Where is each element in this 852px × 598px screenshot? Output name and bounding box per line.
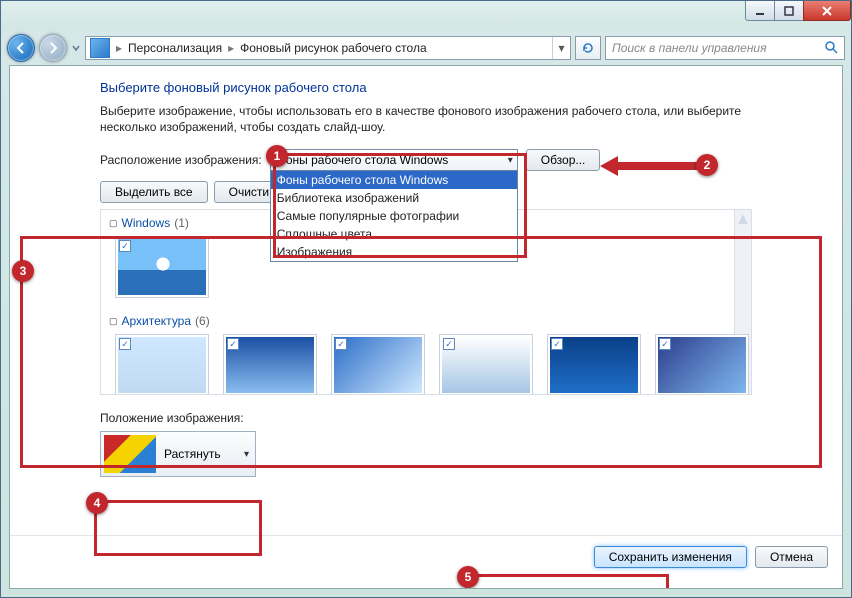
cancel-button[interactable]: Отмена xyxy=(755,546,828,568)
client-area: Выберите фоновый рисунок рабочего стола … xyxy=(9,65,843,589)
group-count: (6) xyxy=(195,314,210,328)
annotation-callout: 4 xyxy=(86,492,108,514)
refresh-button[interactable] xyxy=(575,36,601,60)
forward-button[interactable] xyxy=(39,34,67,62)
maximize-button[interactable] xyxy=(774,1,804,21)
search-placeholder: Поиск в панели управления xyxy=(612,41,767,55)
collapse-icon: ▢ xyxy=(109,218,118,229)
combo-option[interactable]: Изображения xyxy=(271,243,517,261)
breadcrumb-sep-icon: ▸ xyxy=(114,41,124,55)
wallpaper-thumb[interactable]: ✓ xyxy=(331,334,425,395)
address-dropdown-icon[interactable]: ▾ xyxy=(552,37,570,59)
position-picker[interactable]: Растянуть xyxy=(100,431,256,477)
breadcrumb-personalization[interactable]: Персонализация xyxy=(124,41,226,55)
location-combo-list: Фоны рабочего стола Windows Библиотека и… xyxy=(270,170,518,262)
combo-option[interactable]: Библиотека изображений xyxy=(271,189,517,207)
group-count: (1) xyxy=(174,216,189,230)
wallpaper-thumb[interactable]: ✓ xyxy=(115,236,209,298)
back-button[interactable] xyxy=(7,34,35,62)
wallpaper-thumb[interactable]: ✓ xyxy=(547,334,641,395)
close-button[interactable] xyxy=(803,1,851,21)
position-label: Положение изображения: xyxy=(100,411,752,425)
bottom-bar: Сохранить изменения Отмена xyxy=(10,535,842,578)
annotation-callout: 3 xyxy=(12,260,34,282)
save-button[interactable]: Сохранить изменения xyxy=(594,546,747,568)
annotation-callout: 1 xyxy=(266,145,288,167)
collapse-icon: ▢ xyxy=(109,316,118,327)
group-name: Архитектура xyxy=(122,314,192,328)
search-icon[interactable] xyxy=(824,40,838,57)
select-all-button[interactable]: Выделить все xyxy=(100,181,208,203)
thumb-checkbox[interactable]: ✓ xyxy=(119,338,131,350)
search-input[interactable]: Поиск в панели управления xyxy=(605,36,845,60)
annotation-callout: 2 xyxy=(696,154,718,176)
group-header-architecture[interactable]: ▢ Архитектура (6) xyxy=(101,308,751,334)
nav-bar: ▸ Персонализация ▸ Фоновый рисунок рабоч… xyxy=(1,31,851,65)
control-panel-icon xyxy=(90,38,110,58)
annotation-arrow xyxy=(600,156,700,176)
thumb-checkbox[interactable]: ✓ xyxy=(551,338,563,350)
position-value: Растянуть xyxy=(164,447,221,461)
page-heading: Выберите фоновый рисунок рабочего стола xyxy=(100,80,752,95)
breadcrumb-sep-icon: ▸ xyxy=(226,41,236,55)
location-label: Расположение изображения: xyxy=(100,153,262,167)
window: ▸ Персонализация ▸ Фоновый рисунок рабоч… xyxy=(0,0,852,598)
minimize-button[interactable] xyxy=(745,1,775,21)
thumb-checkbox[interactable]: ✓ xyxy=(119,240,131,252)
wallpaper-thumb[interactable]: ✓ xyxy=(223,334,317,395)
history-dropdown-icon[interactable] xyxy=(71,39,81,57)
address-bar[interactable]: ▸ Персонализация ▸ Фоновый рисунок рабоч… xyxy=(85,36,571,60)
thumb-checkbox[interactable]: ✓ xyxy=(335,338,347,350)
location-combo[interactable]: Фоны рабочего стола Windows Фоны рабочег… xyxy=(270,149,518,171)
thumb-checkbox[interactable]: ✓ xyxy=(659,338,671,350)
combo-option[interactable]: Фоны рабочего стола Windows xyxy=(271,171,517,189)
combo-option[interactable]: Сплошные цвета xyxy=(271,225,517,243)
titlebar xyxy=(1,1,851,31)
wallpaper-thumb[interactable]: ✓ xyxy=(115,334,209,395)
breadcrumb-background[interactable]: Фоновый рисунок рабочего стола xyxy=(236,41,431,55)
browse-button[interactable]: Обзор... xyxy=(526,149,601,171)
page-description: Выберите изображение, чтобы использовать… xyxy=(100,103,752,135)
thumb-checkbox[interactable]: ✓ xyxy=(443,338,455,350)
location-combo-field[interactable]: Фоны рабочего стола Windows xyxy=(270,149,518,171)
combo-option[interactable]: Самые популярные фотографии xyxy=(271,207,517,225)
wallpaper-thumb[interactable]: ✓ xyxy=(655,334,749,395)
wallpaper-thumb[interactable]: ✓ xyxy=(439,334,533,395)
position-preview-icon xyxy=(104,435,156,473)
annotation-callout: 5 xyxy=(457,566,479,588)
thumb-checkbox[interactable]: ✓ xyxy=(227,338,239,350)
group-name: Windows xyxy=(122,216,171,230)
